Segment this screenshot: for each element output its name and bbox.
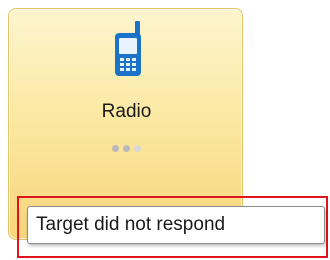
error-tooltip: Target did not respond — [27, 206, 325, 244]
page-dot — [123, 145, 130, 152]
page-dot — [134, 145, 141, 152]
mobile-phone-icon — [115, 21, 141, 76]
tile-label: Radio — [101, 101, 152, 122]
screen: Radio Target did not respond — [0, 0, 330, 260]
page-dot-active — [112, 145, 119, 152]
page-indicator — [9, 145, 244, 152]
tooltip-text: Target did not respond — [36, 214, 226, 235]
